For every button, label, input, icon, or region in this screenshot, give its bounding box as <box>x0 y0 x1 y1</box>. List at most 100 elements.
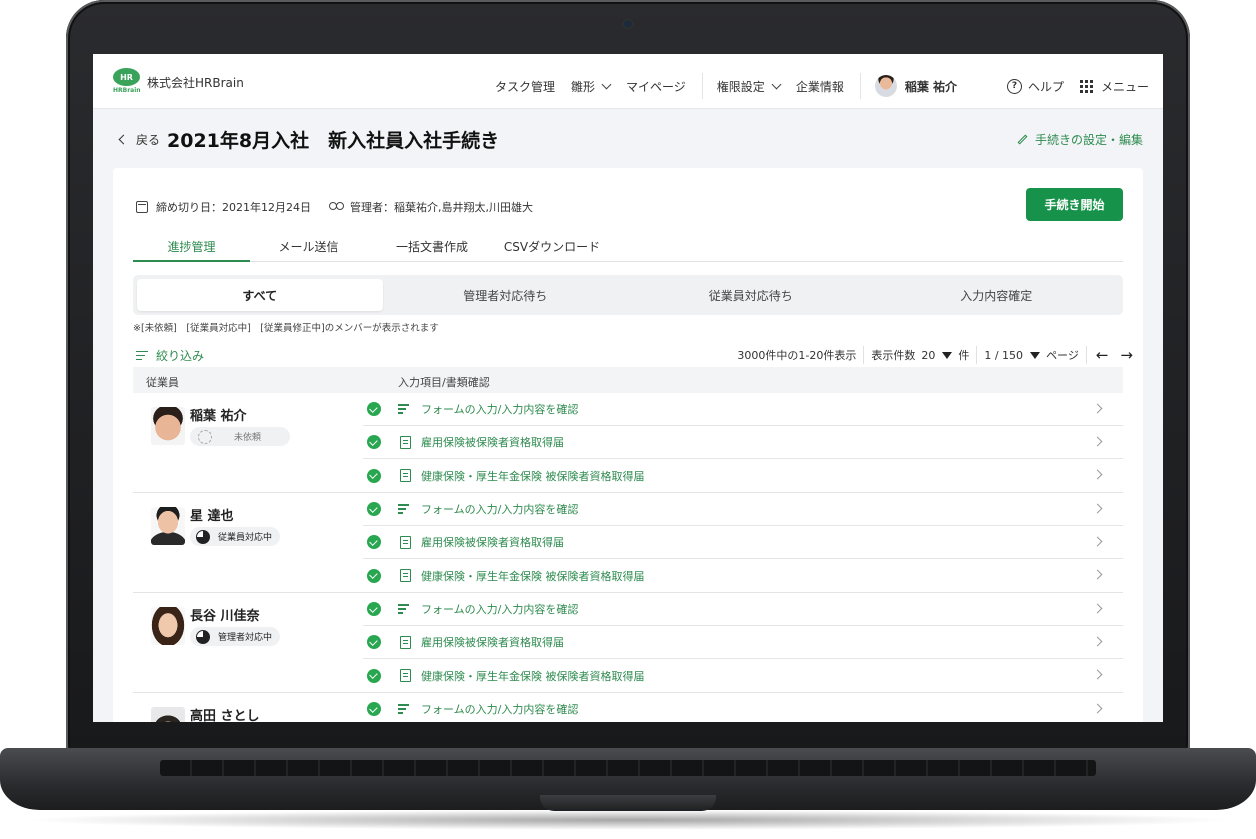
task-row[interactable]: フォームの入力/入力内容を確認 <box>363 493 1123 526</box>
task-label: 健康保険・厚生年金保険 被保険者資格取得届 <box>421 569 645 583</box>
nav-label: 権限設定 <box>716 79 765 94</box>
chevron-right-icon <box>1092 569 1103 580</box>
document-icon <box>400 569 411 582</box>
divider <box>863 346 865 364</box>
nav-permissions[interactable]: 権限設定 <box>716 78 782 95</box>
keyboard <box>160 760 1096 776</box>
avatar <box>151 407 185 445</box>
app-screen: HR HRBrain 株式会社HRBrain タスク管理 雛形 マイページ 権限… <box>93 54 1163 722</box>
check-circle-icon <box>367 568 381 583</box>
avatar <box>151 707 185 722</box>
procedure-card: 締め切り日：2021年12月24日 管理者：稲葉祐介,島井翔太,川田雄大 手続き… <box>113 168 1143 722</box>
check-circle-icon <box>367 502 381 516</box>
help-icon: ? <box>1007 78 1023 94</box>
start-procedure-button[interactable]: 手続き開始 <box>1026 188 1123 221</box>
task-label: フォームの入力/入力内容を確認 <box>421 503 579 516</box>
company-name: 株式会社HRBrain <box>147 76 244 90</box>
task-label: フォームの入力/入力内容を確認 <box>421 403 579 416</box>
settings-edit-link[interactable]: 手続きの設定・編集 <box>1017 131 1143 148</box>
user-menu[interactable]: 稲葉 祐介 <box>874 75 957 97</box>
pencil-icon <box>1017 134 1028 145</box>
task-row[interactable]: 健康保険・厚生年金保険 被保険者資格取得届 <box>363 459 1123 492</box>
tab-send-mail[interactable]: メール送信 <box>250 238 367 262</box>
divider <box>1085 346 1087 364</box>
task-label: 雇用保険被保険者資格取得届 <box>421 436 564 449</box>
status-label: 管理者対応中 <box>218 633 273 643</box>
nav-mypage[interactable]: マイページ <box>626 78 686 95</box>
menu-button[interactable]: メニュー <box>1080 78 1149 95</box>
laptop-notch <box>540 795 716 811</box>
managers: 管理者：稲葉祐介,島井翔太,川田雄大 <box>350 201 533 214</box>
check-circle-icon <box>367 602 381 616</box>
task-row[interactable]: 雇用保険被保険者資格取得届 <box>363 626 1123 659</box>
task-row[interactable]: フォームの入力/入力内容を確認 <box>363 593 1123 626</box>
task-row[interactable]: 雇用保険被保険者資格取得届 <box>363 426 1123 459</box>
task-row[interactable]: 健康保険・厚生年金保険 被保険者資格取得届 <box>363 559 1123 592</box>
segment-admin-pending[interactable]: 管理者対応待ち <box>383 279 629 311</box>
filter-button[interactable]: 絞り込み <box>136 347 204 364</box>
chevron-right-icon <box>1092 536 1103 547</box>
segment-confirmed[interactable]: 入力内容確定 <box>874 279 1120 311</box>
next-page-button[interactable]: → <box>1120 346 1133 364</box>
chevron-right-icon <box>1092 636 1103 647</box>
caret-down-icon <box>1030 351 1041 359</box>
logo-badge: HR <box>113 68 140 86</box>
task-row[interactable]: フォームの入力/入力内容を確認 <box>363 393 1123 426</box>
check-circle-icon <box>367 702 381 716</box>
prev-page-button[interactable]: ← <box>1096 346 1109 364</box>
task-label: 健康保険・厚生年金保険 被保険者資格取得届 <box>421 469 645 483</box>
employee-rows: 稲葉 祐介 未依頼 フォームの入力/入力内容を確認 雇用保険被保険者資格取得届 <box>133 393 1123 722</box>
document-icon <box>400 435 411 449</box>
segment-employee-pending[interactable]: 従業員対応待ち <box>628 279 874 311</box>
check-circle-icon <box>367 635 381 649</box>
status-progress-icon <box>196 529 210 544</box>
task-row[interactable]: 雇用保険被保険者資格取得届 <box>363 526 1123 559</box>
tab-bulk-documents[interactable]: 一括文書作成 <box>367 238 497 262</box>
task-row[interactable]: 健康保険・厚生年金保険 被保険者資格取得届 <box>363 659 1123 692</box>
chevron-right-icon <box>1092 503 1103 514</box>
filter-icon <box>136 350 148 361</box>
help-label: ヘルプ <box>1028 79 1065 94</box>
task-row[interactable]: フォームの入力/入力内容を確認 <box>363 693 1123 722</box>
task-label: 雇用保険被保険者資格取得届 <box>421 536 564 549</box>
employee-name[interactable]: 長谷 川佳奈 <box>190 605 260 624</box>
camera <box>624 20 632 28</box>
form-edit-icon <box>398 403 413 415</box>
result-summary: 3000件中の1-20件表示 <box>737 349 857 362</box>
caret-down-icon <box>942 351 953 359</box>
nav-company-info[interactable]: 企業情報 <box>796 78 844 95</box>
employee-name[interactable]: 星 達也 <box>190 505 234 524</box>
employee-name[interactable]: 高田 さとし <box>190 705 260 722</box>
segment-all[interactable]: すべて <box>137 279 383 311</box>
nav-label: 企業情報 <box>795 79 844 94</box>
col-items: 入力項目/書類確認 <box>398 376 490 389</box>
filter-label: 絞り込み <box>156 349 205 363</box>
document-icon <box>400 635 411 649</box>
filter-note: ※[未依頼] [従業員対応中] [従業員修正中]のメンバーが表示されます <box>133 323 439 334</box>
chevron-right-icon <box>1092 703 1103 714</box>
nav-templates[interactable]: 雛形 <box>571 78 612 95</box>
form-edit-icon <box>398 503 413 515</box>
chevron-right-icon <box>1092 436 1103 447</box>
check-circle-icon <box>367 402 381 416</box>
employee-name[interactable]: 稲葉 祐介 <box>190 405 247 424</box>
help-link[interactable]: ? ヘルプ <box>1007 78 1064 95</box>
status-label: 従業員対応中 <box>218 533 273 543</box>
tab-csv-download[interactable]: CSVダウンロード <box>497 238 607 262</box>
per-page-select[interactable]: 20 <box>921 349 958 362</box>
avatar <box>151 607 185 645</box>
page-select[interactable]: 1 / 150 <box>984 349 1046 362</box>
chevron-left-icon <box>118 134 129 145</box>
tab-progress[interactable]: 進捗管理 <box>133 238 250 262</box>
employee-row: 星 達也 従業員対応中 フォームの入力/入力内容を確認 雇用保険被保険者資格取得… <box>133 493 1123 593</box>
nav-task-management[interactable]: タスク管理 <box>495 78 555 95</box>
page-unit: ページ <box>1046 349 1079 362</box>
chevron-right-icon <box>1092 603 1103 614</box>
document-icon <box>400 469 411 482</box>
form-edit-icon <box>398 703 413 715</box>
task-label: 健康保険・厚生年金保険 被保険者資格取得届 <box>421 669 645 683</box>
hrbrain-logo[interactable]: HR HRBrain <box>113 68 141 96</box>
chevron-down-icon <box>771 79 782 89</box>
back-link[interactable]: 戻る <box>118 131 160 148</box>
pagination: 3000件中の1-20件表示 表示件数 20 件 1 / 150 ページ ← → <box>737 346 1133 364</box>
